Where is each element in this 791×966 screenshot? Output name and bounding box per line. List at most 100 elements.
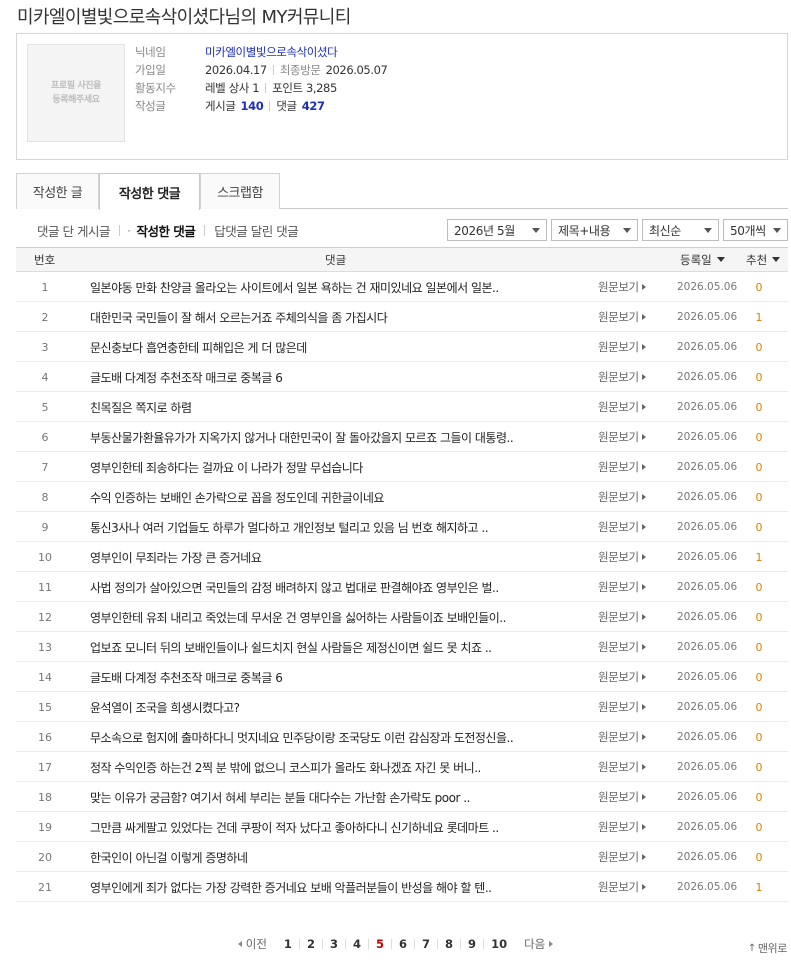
order-select[interactable]: 최신순 xyxy=(642,219,719,241)
comment-text-link[interactable]: 정작 수익인증 하는건 2찍 분 밖에 없으니 코스피가 올라도 화나겠죠 자긴… xyxy=(90,752,570,782)
view-original-link[interactable]: 원문보기 xyxy=(598,872,646,902)
comments-label: 댓글 xyxy=(276,99,297,113)
comment-text-link[interactable]: 수익 인증하는 보배인 손가락으로 꼽을 정도인데 귀한글이네요 xyxy=(90,482,570,512)
comment-text-link[interactable]: 영부인에게 죄가 없다는 가장 강력한 증거네요 보배 악플러분들이 반성을 해… xyxy=(90,872,570,902)
page-link-2[interactable]: 2 xyxy=(307,937,315,951)
subnav-my-comments[interactable]: 작성한 댓글 xyxy=(136,221,195,240)
sort-down-icon xyxy=(772,257,781,262)
view-original-link[interactable]: 원문보기 xyxy=(598,302,646,332)
page-link-8[interactable]: 8 xyxy=(445,937,453,951)
view-original-link[interactable]: 원문보기 xyxy=(598,362,646,392)
row-recommend-count: 0 xyxy=(755,580,763,594)
row-recommend-count: 0 xyxy=(755,820,763,834)
table-row: 5 친목질은 쪽지로 하렴 원문보기 2026.05.06 0 xyxy=(16,392,788,422)
comment-text-link[interactable]: 영부인이 무죄라는 가장 큰 증거네요 xyxy=(90,542,570,572)
comment-text-link[interactable]: 통신3사나 여러 기업들도 하루가 멀다하고 개인정보 털리고 있음 님 번호 … xyxy=(90,512,570,542)
tab-scraps[interactable]: 스크랩함 xyxy=(200,173,280,209)
page-link-1[interactable]: 1 xyxy=(284,937,292,951)
row-recommend-count: 0 xyxy=(755,670,763,684)
row-date: 2026.05.06 xyxy=(677,581,738,593)
row-recommend-count: 0 xyxy=(755,400,763,414)
view-original-link[interactable]: 원문보기 xyxy=(598,332,646,362)
view-original-link[interactable]: 원문보기 xyxy=(598,752,646,782)
col-date-sort[interactable]: 등록일 xyxy=(680,248,725,271)
page-link-9[interactable]: 9 xyxy=(468,937,476,951)
subnav-commented-posts[interactable]: 댓글 단 게시글 xyxy=(37,221,110,240)
profile-photo-placeholder[interactable]: 프로필 사진을 등록해주세요 xyxy=(27,44,125,142)
comment-list: 1 일본야동 만화 찬양글 올라오는 사이트에서 일본 욕하는 건 재미있네요 일… xyxy=(16,272,788,902)
comment-text-link[interactable]: 친목질은 쪽지로 하렴 xyxy=(90,392,570,422)
view-original-link[interactable]: 원문보기 xyxy=(598,782,646,812)
row-recommend-count: 0 xyxy=(755,460,763,474)
arrow-right-icon xyxy=(641,284,646,290)
page-link-10[interactable]: 10 xyxy=(491,937,507,951)
page-numbers: 1 2 3 4 5 6 7 8 9 10 xyxy=(277,937,514,951)
comments-count[interactable]: 427 xyxy=(302,99,325,113)
row-recommend-count: 1 xyxy=(755,880,763,894)
view-original-link[interactable]: 원문보기 xyxy=(598,572,646,602)
subnav-replied-comments[interactable]: 답댓글 달린 댓글 xyxy=(214,221,298,240)
view-original-link[interactable]: 원문보기 xyxy=(598,272,646,302)
page-link-5[interactable]: 5 xyxy=(376,937,384,951)
row-number: 7 xyxy=(41,460,49,474)
comment-text-link[interactable]: 윤석열이 조국을 희생시켰다고? xyxy=(90,692,570,722)
arrow-right-icon xyxy=(641,314,646,320)
comment-text-link[interactable]: 영부인한테 유죄 내리고 죽었는데 무서운 건 영부인을 싫어하는 사람들이죠 … xyxy=(90,602,570,632)
view-original-link[interactable]: 원문보기 xyxy=(598,422,646,452)
comment-text-link[interactable]: 일본야동 만화 찬양글 올라오는 사이트에서 일본 욕하는 건 재미있네요 일본… xyxy=(90,272,570,302)
posts-count[interactable]: 140 xyxy=(241,99,264,113)
page-link-7[interactable]: 7 xyxy=(422,937,430,951)
table-row: 15 윤석열이 조국을 희생시켰다고? 원문보기 2026.05.06 0 xyxy=(16,692,788,722)
active-bullet-icon: · xyxy=(126,222,131,238)
row-number: 14 xyxy=(38,670,52,684)
view-original-label: 원문보기 xyxy=(598,820,639,834)
comment-text-link[interactable]: 대한민국 국민들이 잘 해서 오르는거죠 주체의식을 좀 가집시다 xyxy=(90,302,570,332)
table-row: 10 영부인이 무죄라는 가장 큰 증거네요 원문보기 2026.05.06 1 xyxy=(16,542,788,572)
joined-value: 2026.04.17 xyxy=(205,63,267,77)
comment-text-link[interactable]: 문신충보다 흡연충한테 피해입은 게 더 많은데 xyxy=(90,332,570,362)
comment-text-link[interactable]: 글도배 다계정 추천조작 매크로 중복글 6 xyxy=(90,362,570,392)
comment-text-link[interactable]: 영부인한테 죄송하다는 걸까요 이 나라가 정말 무섭습니다 xyxy=(90,452,570,482)
table-row: 21 영부인에게 죄가 없다는 가장 강력한 증거네요 보배 악플러분들이 반성을… xyxy=(16,872,788,902)
month-select[interactable]: 2026년 5월 xyxy=(447,219,547,241)
comment-text-link[interactable]: 맞는 이유가 궁금함? 여기서 혀세 부리는 분들 대다수는 가난함 손가락도 … xyxy=(90,782,570,812)
view-original-link[interactable]: 원문보기 xyxy=(598,662,646,692)
view-original-link[interactable]: 원문보기 xyxy=(598,692,646,722)
row-number: 13 xyxy=(38,640,52,654)
view-original-link[interactable]: 원문보기 xyxy=(598,812,646,842)
prev-page-button[interactable]: 이전 xyxy=(237,936,267,952)
view-original-link[interactable]: 원문보기 xyxy=(598,542,646,572)
comment-text-link[interactable]: 업보죠 모니터 뒤의 보배인들이나 쉴드치지 현실 사람들은 제정신이면 쉴드 … xyxy=(90,632,570,662)
view-original-link[interactable]: 원문보기 xyxy=(598,482,646,512)
view-original-link[interactable]: 원문보기 xyxy=(598,722,646,752)
tab-comments[interactable]: 작성한 댓글 xyxy=(99,173,200,210)
view-original-link[interactable]: 원문보기 xyxy=(598,602,646,632)
to-top-button[interactable]: ↑ 맨위로 xyxy=(748,940,788,956)
scope-select[interactable]: 제목+내용 xyxy=(551,219,638,241)
view-original-link[interactable]: 원문보기 xyxy=(598,632,646,662)
comment-text-link[interactable]: 글도배 다계정 추천조작 매크로 중복글 6 xyxy=(90,662,570,692)
row-number: 17 xyxy=(38,760,52,774)
page-link-4[interactable]: 4 xyxy=(353,937,361,951)
row-date: 2026.05.06 xyxy=(677,311,738,323)
comment-text-link[interactable]: 사법 정의가 살아있으면 국민들의 감정 배려하지 않고 법대로 판결해야죠 영… xyxy=(90,572,570,602)
view-original-link[interactable]: 원문보기 xyxy=(598,512,646,542)
view-original-link[interactable]: 원문보기 xyxy=(598,452,646,482)
tab-bar: 작성한 글 작성한 댓글 스크랩함 xyxy=(16,173,788,210)
row-date: 2026.05.06 xyxy=(677,521,738,533)
col-rec-sort[interactable]: 추천 xyxy=(746,248,781,271)
comment-text-link[interactable]: 한국인이 아닌걸 이렇게 증명하네 xyxy=(90,842,570,872)
comment-text-link[interactable]: 부동산물가환율유가가 지옥가지 않거나 대한민국이 잘 돌아갔을지 모르죠 그들… xyxy=(90,422,570,452)
view-original-link[interactable]: 원문보기 xyxy=(598,842,646,872)
nickname-row: 닉네임 미카엘이별빛으로속삭이셨다 xyxy=(135,43,338,61)
comment-text-link[interactable]: 그만큼 싸게팔고 있었다는 건데 쿠팡이 적자 났다고 좋아하다니 신기하네요 … xyxy=(90,812,570,842)
count-select[interactable]: 50개씩 xyxy=(723,219,788,241)
view-original-link[interactable]: 원문보기 xyxy=(598,392,646,422)
page-link-6[interactable]: 6 xyxy=(399,937,407,951)
next-label: 다음 xyxy=(524,937,546,951)
next-page-button[interactable]: 다음 xyxy=(524,936,554,952)
comment-text-link[interactable]: 무소속으로 험지에 출마하다니 멋지네요 민주당이랑 조국당도 이런 감심장과 … xyxy=(90,722,570,752)
tab-posts[interactable]: 작성한 글 xyxy=(16,173,99,209)
page-link-3[interactable]: 3 xyxy=(330,937,338,951)
view-original-label: 원문보기 xyxy=(598,760,639,774)
